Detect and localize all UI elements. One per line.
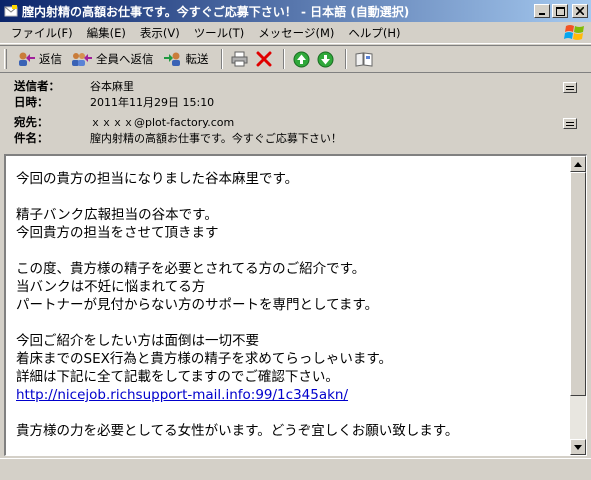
maximize-button[interactable]	[552, 4, 568, 18]
address-book-icon	[355, 52, 372, 67]
menu-tools[interactable]: ツール(T)	[187, 23, 252, 43]
to-expand-toggle[interactable]	[563, 118, 577, 129]
toolbar: 返信 全員へ返信 転送	[0, 45, 591, 73]
toolbar-separator	[344, 49, 347, 69]
forward-icon	[163, 52, 180, 66]
message-body-text: 今回の貴方の担当になりました谷本麻里です。 精子バンク広報担当の谷本です。 今回…	[16, 170, 556, 440]
body-line: 当バンクは不妊に悩まれてる方	[16, 279, 206, 295]
reply-icon	[19, 52, 35, 66]
menu-view[interactable]: 表示(V)	[133, 23, 187, 43]
body-line: 今回ご紹介をしたい方は面倒は一切不要	[16, 333, 259, 349]
delete-button[interactable]	[253, 48, 275, 70]
minimize-icon	[539, 13, 545, 15]
menu-file[interactable]: ファイル(F)	[4, 23, 80, 43]
menu-bar: ファイル(F) 編集(E) 表示(V) ツール(T) メッセージ(M) ヘルプ(…	[0, 22, 591, 44]
menu-help[interactable]: ヘルプ(H)	[341, 23, 407, 43]
body-link[interactable]: http://nicejob.richsupport-mail.info:99/…	[16, 387, 348, 403]
print-button[interactable]	[229, 48, 251, 70]
reply-all-button[interactable]: 全員へ返信	[68, 49, 157, 69]
body-line: 貴方様の力を必要としてる女性がいます。どうぞ宜しくお願い致します。	[16, 423, 459, 439]
to-label: 宛先：	[14, 115, 49, 129]
minimize-button[interactable]	[534, 4, 550, 18]
to-row: 宛先： ｘｘｘｘ@plot-factory.com	[14, 114, 234, 130]
windows-logo-icon	[564, 25, 584, 40]
from-value[interactable]: 谷本麻里	[90, 78, 134, 94]
subject-row: 件名： 膣内射精の高額お仕事です。今すぐご応募下さい！	[14, 130, 342, 146]
body-line: 詳細は下記に全て記載をしてますのでご確認下さい。	[16, 369, 339, 385]
print-icon	[231, 51, 247, 67]
date-row: 日時： 2011年11月29日 15:10	[14, 94, 214, 110]
to-value[interactable]: ｘｘｘｘ@plot-factory.com	[90, 114, 234, 130]
from-row: 送信者： 谷本麻里	[14, 78, 134, 94]
arrow-down-circle-icon	[317, 51, 334, 67]
close-icon	[576, 7, 584, 15]
title-bar[interactable]: 膣内射精の高額お仕事です。今すぐご応募下さい！ - 日本語 (自動選択)	[0, 0, 591, 22]
delete-x-icon	[256, 51, 271, 67]
reply-button[interactable]: 返信	[13, 49, 65, 69]
menu-edit[interactable]: 編集(E)	[80, 23, 133, 43]
toolbar-separator	[220, 49, 223, 69]
next-message-button[interactable]	[315, 48, 337, 70]
window-title: 膣内射精の高額お仕事です。今すぐご応募下さい！ - 日本語 (自動選択)	[22, 4, 410, 19]
body-line: この度、貴方様の精子を必要とされてる方のご紹介です。	[16, 261, 366, 277]
scroll-up-button[interactable]	[570, 156, 586, 172]
reply-all-icon	[72, 53, 92, 66]
maximize-icon	[555, 6, 565, 16]
menu-message[interactable]: メッセージ(M)	[251, 23, 341, 43]
vertical-scrollbar[interactable]	[570, 156, 586, 455]
address-book-button[interactable]	[353, 48, 375, 70]
reply-label: 返信	[39, 52, 62, 66]
body-line: 今回貴方の担当をさせて頂きます	[16, 225, 219, 241]
subject-label: 件名：	[14, 131, 49, 145]
body-line: パートナーが見付からない方のサポートを専門としてます。	[16, 297, 379, 313]
body-line: 今回の貴方の担当になりました谷本麻里です。	[16, 171, 299, 187]
message-body[interactable]: 今回の貴方の担当になりました谷本麻里です。 精子バンク広報担当の谷本です。 今回…	[4, 154, 587, 456]
from-expand-toggle[interactable]	[563, 82, 577, 93]
forward-label: 転送	[185, 52, 209, 66]
close-button[interactable]	[572, 4, 588, 18]
forward-button[interactable]: 転送	[160, 49, 212, 69]
toolbar-separator	[282, 49, 285, 69]
reply-all-label: 全員へ返信	[96, 52, 154, 66]
from-label: 送信者：	[14, 79, 60, 93]
body-line: 着床までのSEX行為と貴方様の精子を求めてらっしゃいます。	[16, 351, 392, 367]
message-header: 送信者： 谷本麻里 日時： 2011年11月29日 15:10 宛先： ｘｘｘｘ…	[0, 74, 591, 152]
toolbar-grip[interactable]	[4, 49, 7, 69]
date-value: 2011年11月29日 15:10	[90, 96, 215, 109]
status-bar	[0, 458, 591, 480]
mail-message-icon	[4, 5, 18, 17]
body-line: 精子バンク広報担当の谷本です。	[16, 207, 218, 223]
subject-value: 膣内射精の高額お仕事です。今すぐご応募下さい！	[90, 132, 342, 145]
date-label: 日時：	[14, 95, 49, 109]
scroll-down-button[interactable]	[570, 439, 586, 455]
arrow-up-circle-icon	[293, 51, 310, 67]
arrow-up-icon	[574, 161, 582, 167]
arrow-down-icon	[574, 444, 582, 450]
scrollbar-thumb[interactable]	[570, 172, 586, 396]
previous-message-button[interactable]	[291, 48, 313, 70]
